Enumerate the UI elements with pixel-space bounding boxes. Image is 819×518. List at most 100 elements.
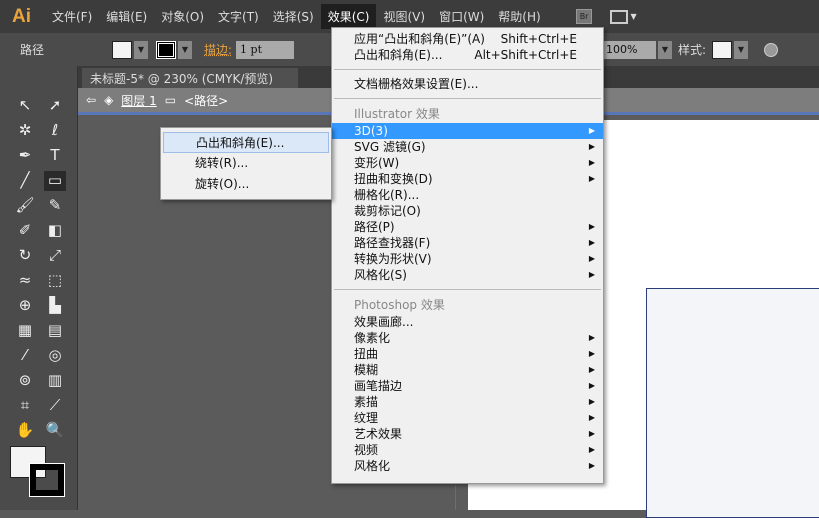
submenu-arrow-icon: ▶ (588, 333, 595, 342)
submenu-arrow-icon: ▶ (588, 365, 595, 374)
group-icon: ▭ (164, 93, 177, 107)
hand-tool-icon[interactable]: ✋ (14, 421, 36, 441)
submenu-arrow-icon: ▶ (588, 222, 595, 231)
stroke-label[interactable]: 描边: (204, 41, 232, 58)
menu-item[interactable]: 扭曲 ▶ (332, 346, 603, 362)
fill-dropdown[interactable]: ▼ (134, 40, 148, 59)
bridge-button[interactable]: Br (575, 9, 593, 24)
menu-item-apply-last[interactable]: 应用“凸出和斜角(E)”(A) Shift+Ctrl+E (332, 31, 603, 47)
menu-item-last-effect[interactable]: 凸出和斜角(E)... Alt+Shift+Ctrl+E (332, 47, 603, 63)
warp-icon[interactable]: ≈ (14, 271, 36, 291)
selected-rectangle[interactable] (646, 288, 819, 518)
menu-item[interactable]: 素描 ▶ (332, 394, 603, 410)
menu-item[interactable]: 栅格化(R)... (332, 187, 603, 203)
menu-file[interactable]: 文件(F) (45, 4, 99, 29)
menu-item[interactable]: 像素化 ▶ (332, 330, 603, 346)
menu-type[interactable]: 文字(T) (211, 4, 266, 29)
menu-item-extrude-bevel[interactable]: 凸出和斜角(E)... (163, 132, 329, 153)
menu-item-revolve[interactable]: 绕转(R)... (163, 153, 329, 174)
menu-edit[interactable]: 编辑(E) (99, 4, 154, 29)
label: 纹理 (354, 411, 379, 425)
menu-item[interactable]: 路径查找器(F) ▶ (332, 235, 603, 251)
eyedropper-icon[interactable]: ⁄ (14, 346, 36, 366)
shape-builder-icon[interactable]: ⊕ (14, 296, 36, 316)
eraser-icon[interactable]: ◧ (44, 221, 66, 241)
menu-item[interactable]: 转换为形状(V) ▶ (332, 251, 603, 267)
artboard-tool-icon[interactable]: ⌗ (14, 396, 36, 416)
direct-selection-tool-icon[interactable]: ➚ (44, 96, 66, 116)
stroke-color[interactable] (29, 463, 65, 497)
menu-object[interactable]: 对象(O) (154, 4, 211, 29)
free-transform-icon[interactable]: ⬚ (44, 271, 66, 291)
stroke-weight-input[interactable]: 1 pt (236, 40, 295, 59)
mesh-icon[interactable]: ▦ (14, 321, 36, 341)
graph-icon[interactable]: ▙ (44, 296, 66, 316)
menu-view[interactable]: 视图(V) (376, 4, 432, 29)
menu-item-rotate[interactable]: 旋转(O)... (163, 174, 329, 195)
line-tool-icon[interactable]: ╱ (14, 171, 36, 191)
style-dropdown[interactable]: ▼ (734, 40, 748, 59)
breadcrumb-layer[interactable]: 图层 1 (121, 92, 156, 109)
rotate-icon[interactable]: ↻ (14, 246, 36, 266)
rectangle-tool-icon[interactable]: ▭ (44, 171, 66, 191)
menu-item[interactable]: 风格化 ▶ (332, 458, 603, 474)
menu-item[interactable]: 路径(P) ▶ (332, 219, 603, 235)
menu-item[interactable]: 视频 ▶ (332, 442, 603, 458)
type-tool-icon[interactable]: T (44, 146, 66, 166)
stroke-dropdown[interactable]: ▼ (178, 40, 192, 59)
menu-item[interactable]: 模糊 ▶ (332, 362, 603, 378)
menu-item[interactable]: 变形(W) ▶ (332, 155, 603, 171)
document-tab[interactable]: 未标题-5* @ 230% (CMYK/预览) × (82, 68, 298, 101)
menu-item[interactable]: 裁剪标记(O) (332, 203, 603, 219)
submenu-arrow-icon: ▶ (588, 142, 595, 151)
label: 像素化 (354, 331, 391, 345)
menu-item[interactable]: 风格化(S) ▶ (332, 267, 603, 283)
menu-item[interactable]: 3D(3) ▶ (332, 123, 603, 139)
paintbrush-icon[interactable]: 🖌 (14, 196, 36, 216)
opacity-dropdown[interactable]: ▼ (658, 40, 672, 59)
menu-item[interactable]: SVG 滤镜(G) ▶ (332, 139, 603, 155)
recolor-icon[interactable] (764, 42, 778, 57)
menu-item[interactable]: 效果画廊... (332, 314, 603, 330)
menu-item-raster-settings[interactable]: 文档栅格效果设置(E)... (332, 76, 603, 92)
gradient-icon[interactable]: ▤ (44, 321, 66, 341)
menu-effect[interactable]: 效果(C) (320, 4, 377, 29)
document-title: 未标题-5* @ 230% (CMYK/预览) (90, 72, 274, 86)
style-label: 样式: (678, 43, 707, 57)
magic-wand-icon[interactable]: ✲ (14, 121, 36, 141)
menu-item[interactable]: 纹理 ▶ (332, 410, 603, 426)
column-graph-icon[interactable]: ▥ (44, 371, 66, 391)
menu-window[interactable]: 窗口(W) (432, 4, 491, 29)
zoom-tool-icon[interactable]: 🔍 (44, 421, 66, 441)
workspace-icon[interactable] (610, 9, 629, 24)
label: 扭曲 (354, 347, 379, 361)
menu-select[interactable]: 选择(S) (266, 4, 321, 29)
tools-panel: ↖ ➚ ✲ ℓ ✒ T ╱ ▭ 🖌 ✎ ✐ ◧ ↻ ⤢ ≈ ⬚ ⊕ ▙ ▦ ▤ … (0, 66, 78, 510)
label: 路径查找器(F) (354, 236, 431, 250)
slice-tool-icon[interactable]: ⟋ (44, 396, 66, 416)
style-swatch[interactable] (712, 40, 732, 59)
pencil-icon[interactable]: ✎ (44, 196, 66, 216)
blend-icon[interactable]: ◎ (44, 346, 66, 366)
fill-swatch[interactable] (112, 40, 132, 59)
submenu-arrow-icon: ▶ (588, 413, 595, 422)
pen-tool-icon[interactable]: ✒ (14, 146, 36, 166)
menu-item[interactable]: 艺术效果 ▶ (332, 426, 603, 442)
menu-help[interactable]: 帮助(H) (491, 4, 547, 29)
chevron-down-icon[interactable]: ▼ (630, 12, 636, 21)
stroke-swatch[interactable] (156, 40, 176, 59)
symbol-sprayer-icon[interactable]: ⊚ (14, 371, 36, 391)
scale-icon[interactable]: ⤢ (44, 246, 66, 266)
submenu-arrow-icon: ▶ (588, 174, 595, 183)
back-arrow-icon[interactable]: ⇦ (86, 93, 96, 107)
menu-item[interactable]: 画笔描边 ▶ (332, 378, 603, 394)
layers-icon: ◈ (104, 93, 114, 107)
breadcrumb-item[interactable]: <路径> (184, 92, 228, 109)
menu-item[interactable]: 扭曲和变换(D) ▶ (332, 171, 603, 187)
blob-brush-icon[interactable]: ✐ (14, 221, 36, 241)
submenu-arrow-icon: ▶ (588, 445, 595, 454)
opacity-input[interactable]: 100% (604, 40, 656, 59)
lasso-icon[interactable]: ℓ (44, 121, 66, 141)
selection-tool-icon[interactable]: ↖ (14, 96, 36, 116)
label: 艺术效果 (354, 427, 403, 441)
